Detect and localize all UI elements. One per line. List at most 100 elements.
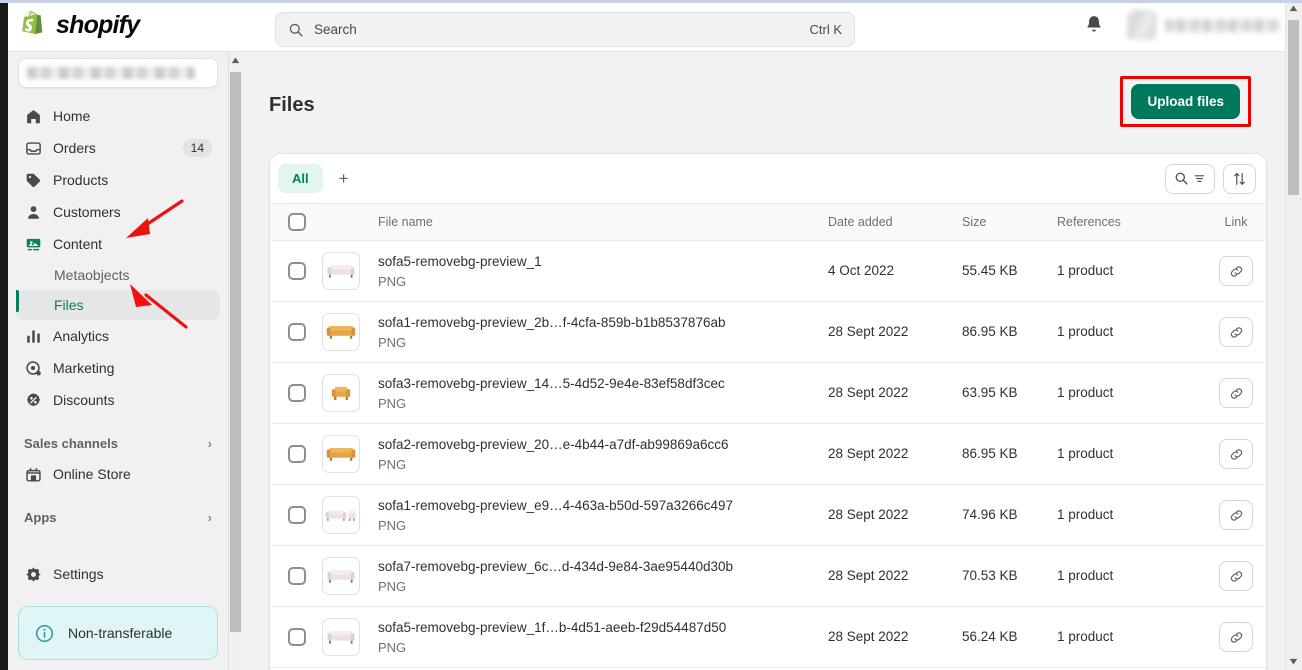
page-scroll-up-arrow-icon[interactable]	[1289, 5, 1298, 12]
row-link-cell	[1192, 301, 1266, 363]
active-indicator	[16, 290, 19, 312]
file-name[interactable]: sofa7-removebg-preview_6c…d-434d-9e84-3a…	[378, 558, 828, 575]
file-name[interactable]: sofa3-removebg-preview_14…5-4d52-9e4e-83…	[378, 375, 828, 392]
file-name[interactable]: sofa5-removebg-preview_1	[378, 253, 828, 270]
copy-link-button[interactable]	[1219, 256, 1253, 286]
file-references: 1 product	[1057, 507, 1114, 522]
sidebar-item-label: Online Store	[53, 466, 131, 482]
sidebar-item-label: Customers	[53, 204, 121, 220]
copy-link-button[interactable]	[1219, 378, 1253, 408]
bell-icon[interactable]	[1085, 15, 1103, 35]
upload-files-button[interactable]: Upload files	[1131, 84, 1240, 119]
row-checkbox[interactable]	[288, 384, 306, 402]
analytics-bars-icon	[24, 327, 43, 346]
file-name[interactable]: sofa2-removebg-preview_20…e-4b44-a7df-ab…	[378, 436, 828, 453]
row-checkbox[interactable]	[288, 262, 306, 280]
copy-link-button[interactable]	[1219, 439, 1253, 469]
sidebar-item-marketing[interactable]: Marketing	[16, 352, 220, 384]
sidebar-subitem-label: Metaobjects	[54, 267, 130, 283]
chevron-right-icon: ›	[207, 435, 212, 451]
avatar	[1127, 10, 1157, 40]
sidebar-item-settings[interactable]: Settings	[16, 558, 220, 590]
file-name[interactable]: sofa5-removebg-preview_1f…b-4d51-aeeb-f2…	[378, 619, 828, 636]
sidebar-item-discounts[interactable]: Discounts	[16, 384, 220, 416]
table-row[interactable]: sofa2-removebg-preview_20…e-4b44-a7df-ab…	[270, 423, 1266, 485]
row-link-cell	[1192, 545, 1266, 607]
copy-link-button[interactable]	[1219, 561, 1253, 591]
row-link-cell	[1192, 423, 1266, 485]
page-header: Files Upload files	[243, 52, 1285, 131]
sidebar-item-analytics[interactable]: Analytics	[16, 320, 220, 352]
table-row[interactable]: sofa1-removebg-preview_e9…4-463a-b50d-59…	[270, 484, 1266, 546]
column-file-name: File name	[378, 204, 828, 241]
row-references-cell: 1 product	[1057, 301, 1192, 363]
sidebar-item-home[interactable]: Home	[16, 100, 220, 132]
table-row[interactable]: sofa1-removebg-preview_2b…f-4cfa-859b-b1…	[270, 301, 1266, 363]
file-size: 86.95 KB	[962, 324, 1018, 339]
non-transferable-notice[interactable]: Non-transferable	[18, 606, 218, 660]
copy-link-button[interactable]	[1219, 622, 1253, 652]
sidebar-item-products[interactable]: Products	[16, 164, 220, 196]
row-thumbnail-cell	[322, 240, 378, 302]
page-scrollbar-thumb[interactable]	[1288, 20, 1299, 195]
row-select-cell	[270, 484, 322, 546]
select-all-checkbox[interactable]	[288, 213, 306, 231]
table-row[interactable]: sofa5-removebg-preview_1f…b-4d51-aeeb-f2…	[270, 606, 1266, 668]
file-type: PNG	[378, 640, 407, 655]
sidebar-item-label: Settings	[53, 566, 104, 582]
search-and-filter-button[interactable]	[1165, 163, 1215, 194]
link-chain-icon	[1230, 570, 1242, 582]
sidebar-item-label: Discounts	[53, 392, 115, 408]
file-name[interactable]: sofa1-removebg-preview_e9…4-463a-b50d-59…	[378, 497, 828, 514]
row-checkbox[interactable]	[288, 628, 306, 646]
table-row[interactable]: sofa5-removebg-preview_1 PNG 4 Oct 2022 55.…	[270, 240, 1266, 302]
scroll-up-arrow-icon[interactable]	[228, 53, 242, 67]
sidebar-item-metaobjects[interactable]: Metaobjects	[16, 260, 220, 290]
row-references-cell: 1 product	[1057, 240, 1192, 302]
file-thumbnail	[322, 618, 360, 656]
global-search-input[interactable]: Search Ctrl K	[275, 12, 855, 47]
file-name[interactable]: sofa1-removebg-preview_2b…f-4cfa-859b-b1…	[378, 314, 828, 331]
section-label: Apps	[24, 509, 57, 525]
sidebar-scrollbar-thumb[interactable]	[230, 72, 241, 632]
copy-link-button[interactable]	[1219, 317, 1253, 347]
search-shortcut: Ctrl K	[809, 22, 843, 37]
row-checkbox[interactable]	[288, 567, 306, 585]
file-type: PNG	[378, 579, 407, 594]
row-select-cell	[270, 423, 322, 485]
page-title: Files	[269, 94, 315, 116]
sort-button[interactable]	[1223, 163, 1256, 194]
page-scroll-down-arrow-icon[interactable]	[1289, 658, 1298, 665]
page-scrollbar[interactable]	[1285, 0, 1302, 670]
file-type: PNG	[378, 274, 407, 289]
shopify-wordmark: shopify	[56, 11, 140, 39]
table-row[interactable]: sofa3-removebg-preview_14…5-4d52-9e4e-83…	[270, 362, 1266, 424]
sidebar-section-apps[interactable]: Apps ›	[16, 502, 220, 532]
search-icon	[1175, 172, 1188, 185]
file-date-added: 28 Sept 2022	[828, 324, 909, 339]
tab-all[interactable]: All	[278, 164, 323, 193]
file-type: PNG	[378, 335, 407, 350]
row-checkbox[interactable]	[288, 506, 306, 524]
copy-link-button[interactable]	[1219, 500, 1253, 530]
row-file-name-cell: sofa5-removebg-preview_1f…b-4d51-aeeb-f2…	[378, 606, 828, 668]
shopify-logo[interactable]: shopify	[20, 10, 220, 41]
select-all-header	[270, 204, 322, 241]
sidebar-item-orders[interactable]: Orders 14	[16, 132, 220, 164]
file-size: 70.53 KB	[962, 568, 1018, 583]
sidebar: Home Orders 14 Products Customers Conten…	[8, 52, 228, 670]
table-row[interactable]: sofa7-removebg-preview_6c…d-434d-9e84-3a…	[270, 545, 1266, 607]
row-checkbox[interactable]	[288, 323, 306, 341]
file-date-added: 28 Sept 2022	[828, 507, 909, 522]
row-checkbox[interactable]	[288, 445, 306, 463]
row-references-cell: 1 product	[1057, 362, 1192, 424]
user-menu-button[interactable]	[1121, 8, 1286, 42]
store-selector[interactable]	[18, 58, 218, 88]
search-icon	[289, 23, 303, 37]
sidebar-section-sales-channels[interactable]: Sales channels ›	[16, 428, 220, 458]
sidebar-item-online-store[interactable]: Online Store	[16, 458, 220, 490]
sidebar-item-content[interactable]: Content	[16, 228, 220, 260]
sidebar-item-customers[interactable]: Customers	[16, 196, 220, 228]
sidebar-item-files[interactable]: Files	[16, 290, 220, 320]
add-view-button[interactable]: +	[329, 165, 359, 193]
